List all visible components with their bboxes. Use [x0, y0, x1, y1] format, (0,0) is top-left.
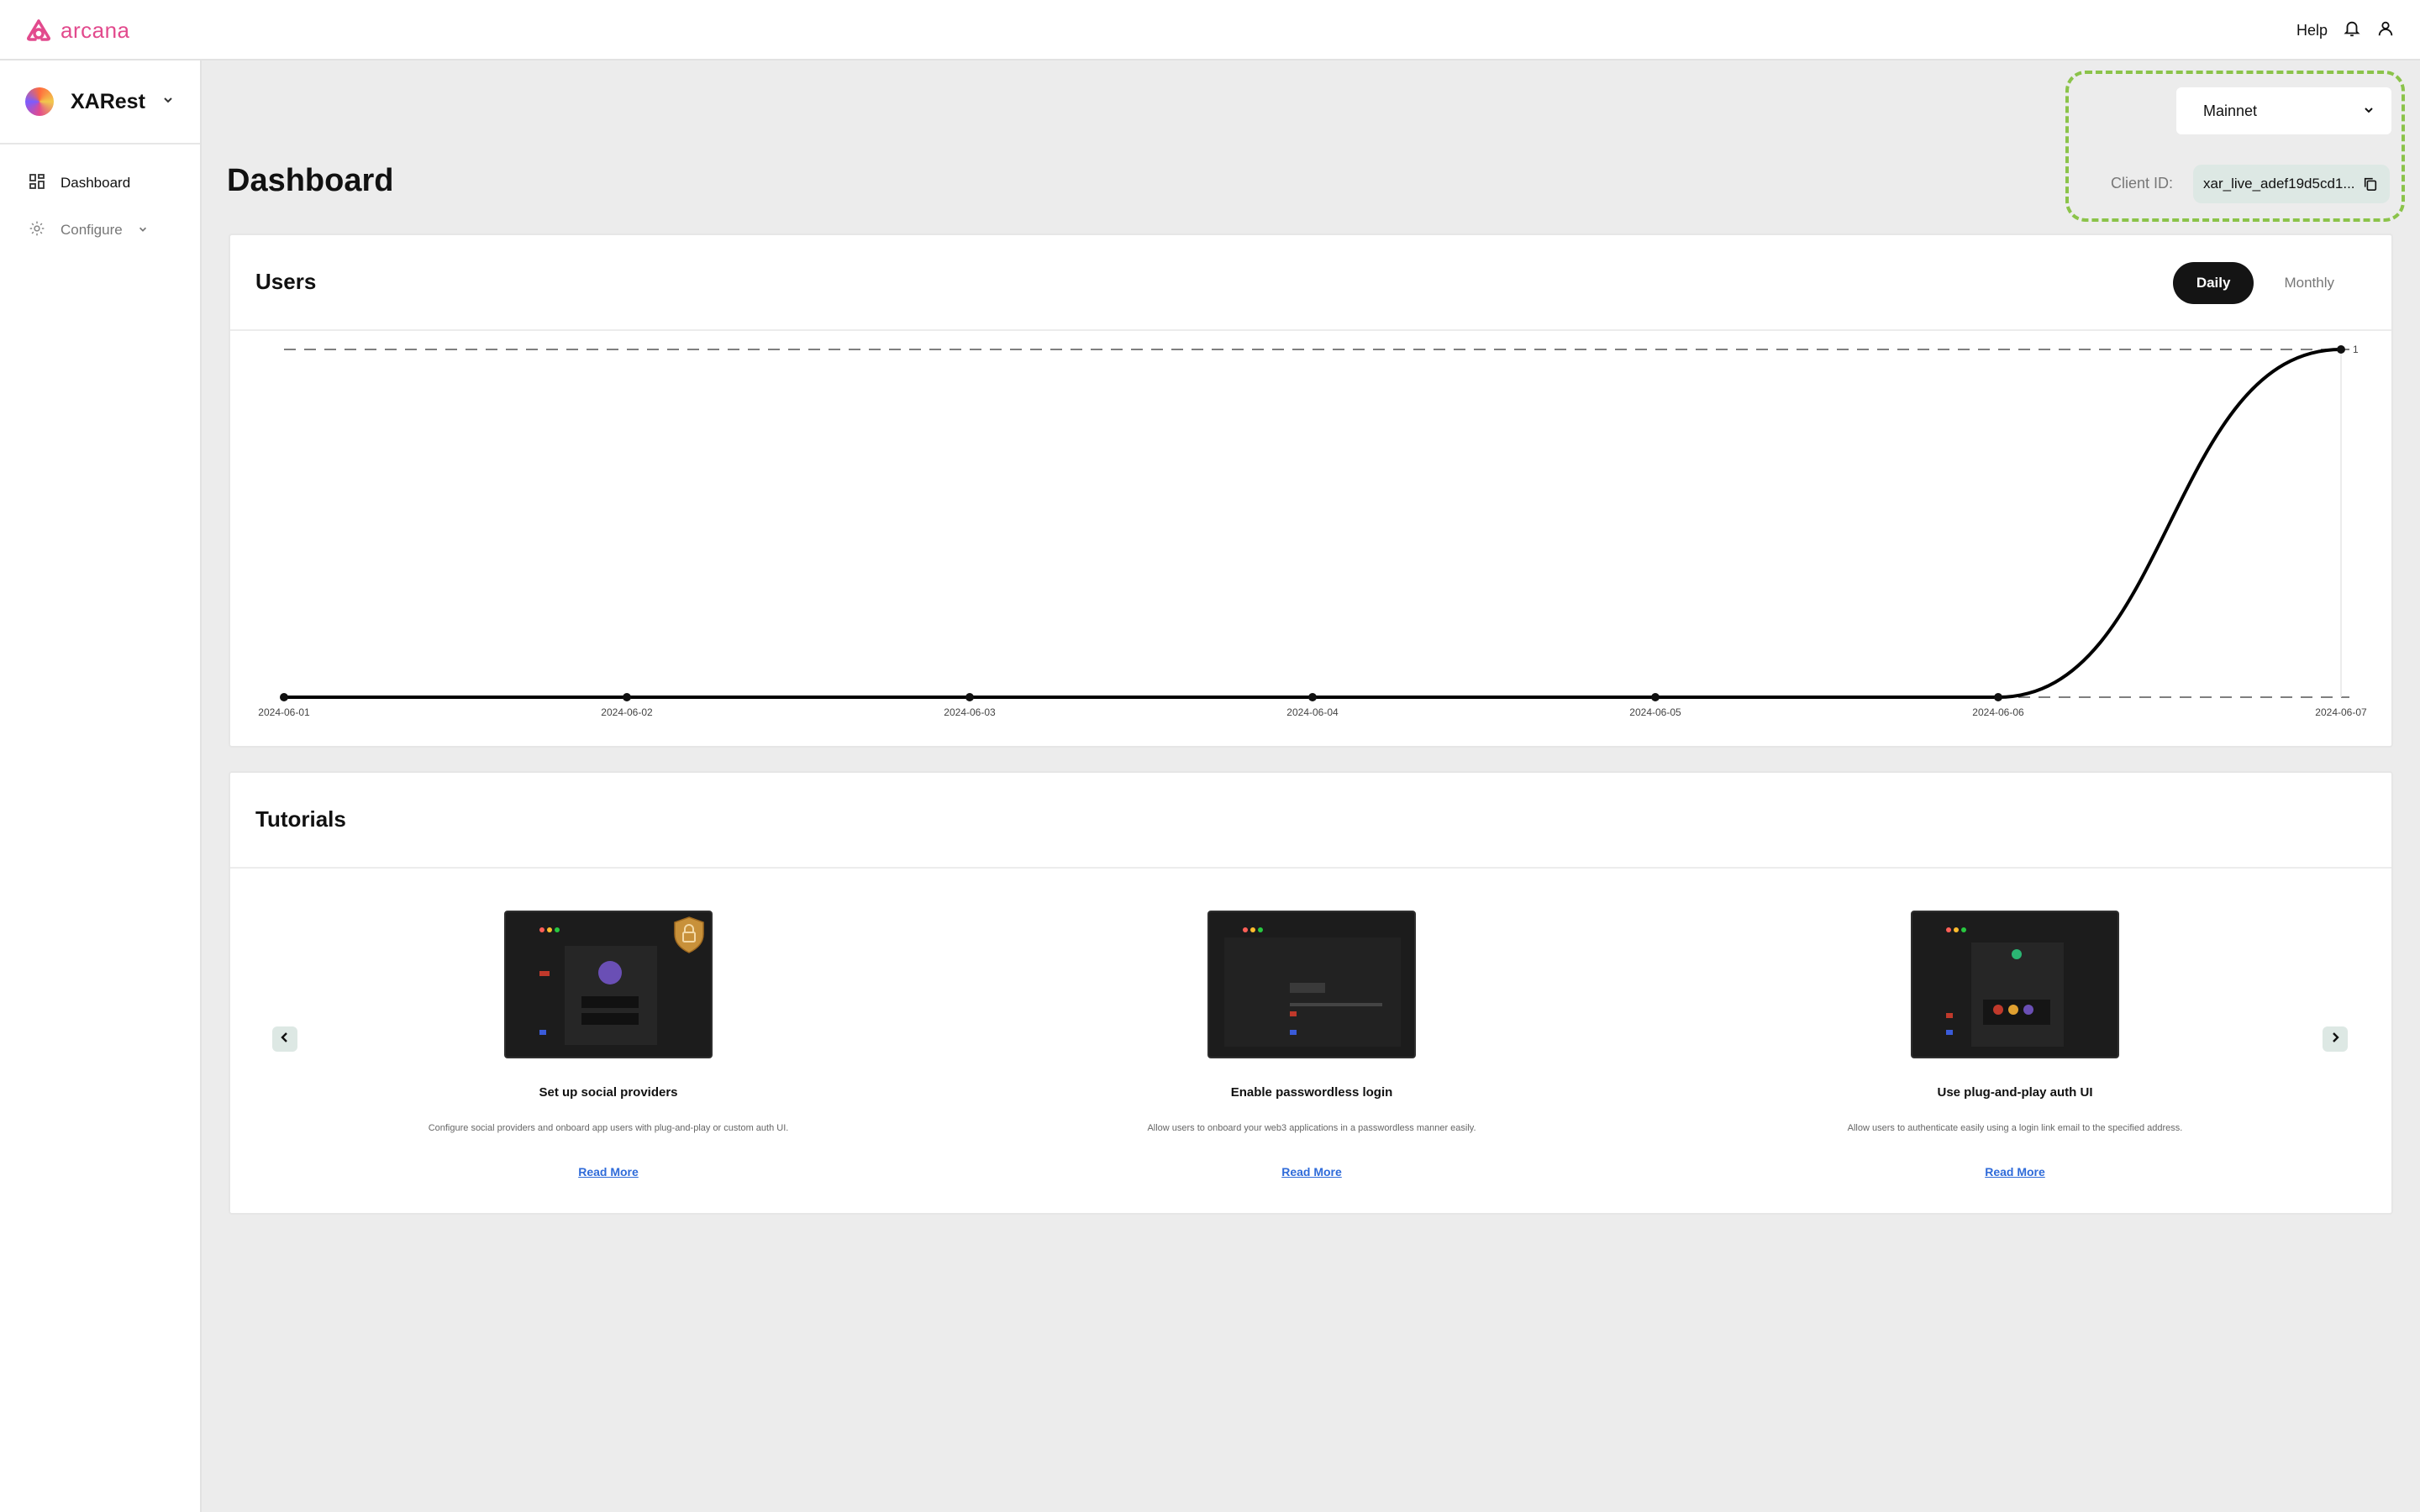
app-avatar — [25, 87, 54, 116]
monthly-toggle-button[interactable]: Monthly — [2260, 262, 2358, 304]
x-tick-label: 2024-06-02 — [601, 706, 653, 718]
data-point — [1308, 693, 1317, 701]
network-select-value: Mainnet — [2203, 102, 2258, 119]
lock-shield-icon — [672, 916, 706, 958]
top-bar: arcana Help — [0, 0, 2420, 60]
chevron-down-icon — [162, 94, 174, 110]
tutorial-thumbnail — [504, 911, 713, 1058]
page-title: Dashboard — [227, 163, 394, 198]
tutorials-card-header: Tutorials — [230, 773, 2391, 869]
tutorial-title: Use plug-and-play auth UI — [1937, 1085, 2093, 1100]
client-id-value: xar_live_adef19d5cd1... — [2203, 176, 2355, 192]
data-point — [2337, 345, 2345, 354]
sidebar-item-configure[interactable]: Configure — [0, 207, 200, 254]
sidebar-item-label: Configure — [60, 222, 123, 238]
tutorial-description: Allow users to onboard your web3 applica… — [1147, 1123, 1476, 1133]
tutorials-card-title: Tutorials — [255, 806, 346, 832]
carousel-prev-button[interactable] — [272, 1026, 297, 1052]
data-label: 1 — [2353, 344, 2359, 355]
users-card-title: Users — [255, 269, 317, 294]
users-card: Users Daily Monthly 2024-06-01 2024-06-02… — [229, 234, 2393, 748]
x-tick-label: 2024-06-07 — [2315, 706, 2367, 718]
client-id-label: Client ID: — [2111, 175, 2174, 192]
x-tick-label: 2024-06-04 — [1286, 706, 1339, 718]
app-name: XARest — [71, 89, 145, 113]
tutorial-thumbnail — [1911, 911, 2119, 1058]
sidebar-item-dashboard[interactable]: Dashboard — [0, 160, 200, 207]
sidebar-item-label: Dashboard — [60, 175, 131, 191]
tutorial-title: Enable passwordless login — [1230, 1085, 1393, 1100]
data-point — [280, 693, 288, 701]
data-point — [1994, 693, 2002, 701]
x-tick-label: 2024-06-03 — [944, 706, 996, 718]
x-tick-label: 2024-06-05 — [1629, 706, 1681, 718]
read-more-link[interactable]: Read More — [1281, 1165, 1342, 1179]
read-more-link[interactable]: Read More — [1985, 1165, 2045, 1179]
tutorial-item: Set up social providers Configure social… — [348, 911, 869, 1180]
client-id-field: xar_live_adef19d5cd1... — [2193, 165, 2390, 203]
arcana-logo[interactable]: arcana — [25, 15, 130, 45]
sidebar: XARest Dashboard Configure — [0, 60, 202, 1512]
arcana-logo-icon — [27, 19, 50, 41]
tutorial-description: Allow users to authenticate easily using… — [1847, 1123, 2183, 1133]
tutorial-description: Configure social providers and onboard a… — [428, 1123, 789, 1133]
users-line-chart: 2024-06-01 2024-06-02 2024-06-03 2024-06-04… — [258, 344, 2367, 718]
copy-icon[interactable] — [2363, 176, 2378, 192]
chevron-down-icon — [2363, 102, 2375, 120]
gear-icon — [29, 220, 45, 241]
tutorials-card: Tutorials Set up social providers Config… — [229, 771, 2393, 1215]
read-more-link[interactable]: Read More — [578, 1165, 639, 1179]
data-point — [965, 693, 974, 701]
data-point — [1651, 693, 1660, 701]
bell-icon[interactable] — [2343, 19, 2361, 42]
x-tick-label: 2024-06-06 — [1972, 706, 2024, 718]
tutorial-thumbnail — [1207, 911, 1416, 1058]
users-card-header: Users Daily Monthly — [230, 235, 2391, 331]
data-point — [623, 693, 631, 701]
chevron-left-icon — [279, 1032, 291, 1047]
tutorial-item: Use plug-and-play auth UI Allow users to… — [1754, 911, 2275, 1180]
user-icon[interactable] — [2376, 19, 2395, 42]
logo-text: arcana — [60, 17, 130, 43]
chevron-right-icon — [2329, 1032, 2341, 1047]
tutorial-item: Enable passwordless login Allow users to… — [1051, 911, 1572, 1180]
help-link[interactable]: Help — [2296, 22, 2328, 39]
daily-toggle-button[interactable]: Daily — [2172, 262, 2254, 304]
grid-icon — [29, 173, 45, 194]
series-line — [284, 348, 2342, 699]
chevron-down-icon — [138, 222, 148, 239]
tutorial-title: Set up social providers — [539, 1085, 678, 1100]
period-toggle: Daily Monthly — [2172, 262, 2358, 304]
carousel-next-button[interactable] — [2323, 1026, 2348, 1052]
app-switcher[interactable]: XARest — [0, 60, 200, 144]
network-select[interactable]: Mainnet — [2176, 87, 2391, 134]
x-tick-label: 2024-06-01 — [258, 706, 310, 718]
